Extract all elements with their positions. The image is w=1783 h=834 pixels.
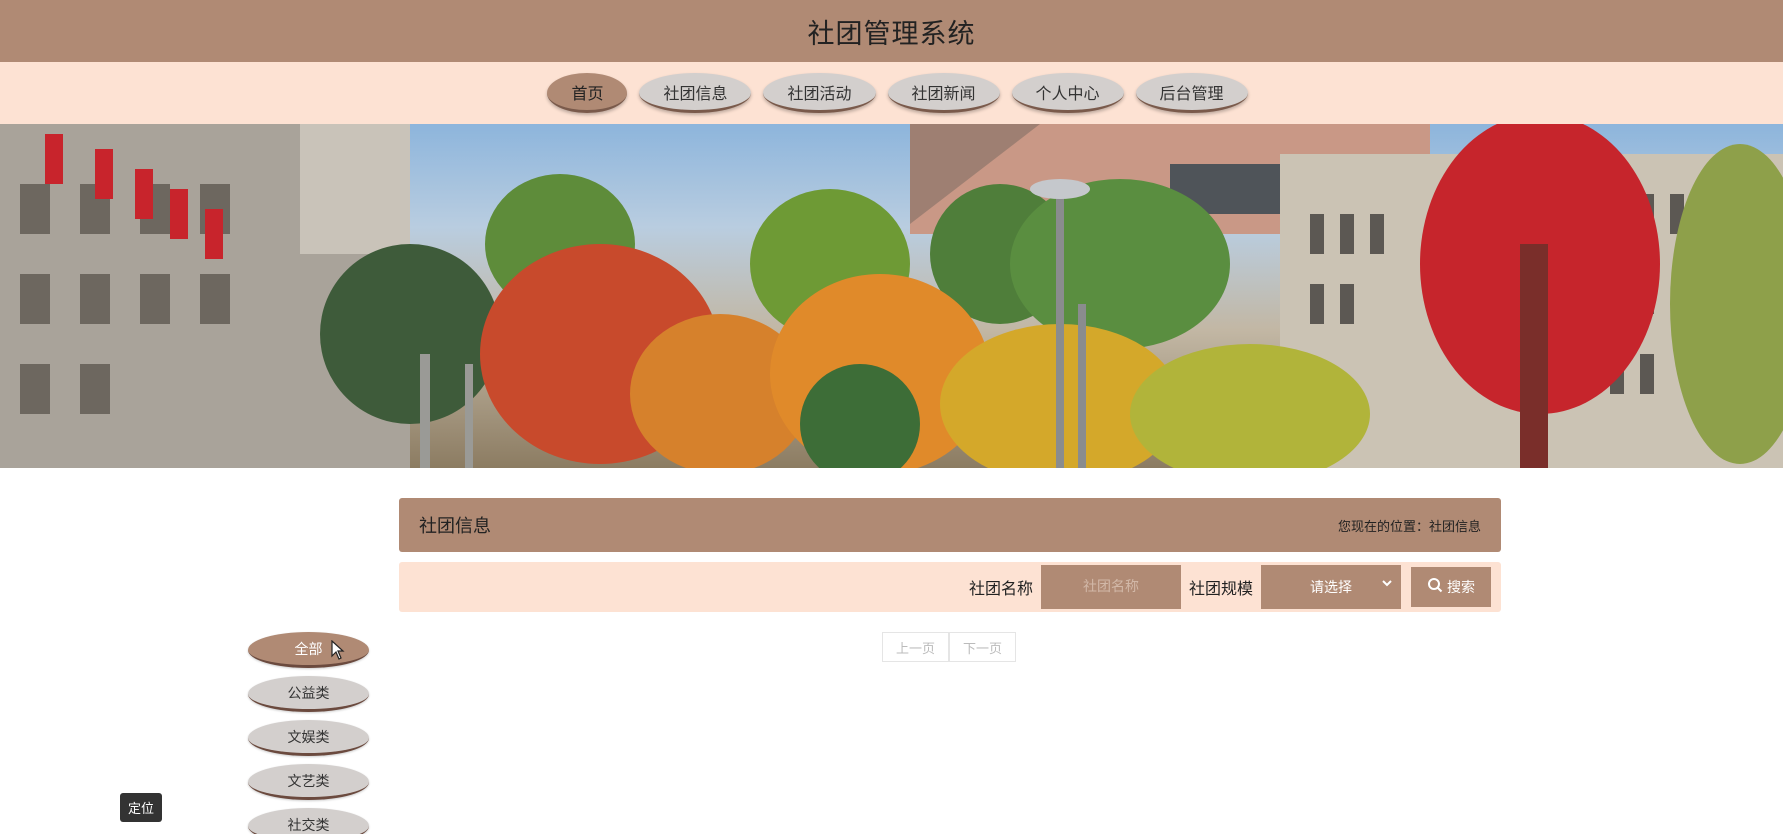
- nav-item-club-activities[interactable]: 社团活动: [763, 73, 876, 113]
- search-bar: 社团名称 社团规模 请选择 搜索: [399, 562, 1501, 612]
- search-button[interactable]: 搜索: [1411, 567, 1491, 607]
- category-entertainment[interactable]: 文娱类: [248, 720, 369, 756]
- category-social[interactable]: 社交类: [248, 808, 369, 834]
- search-button-label: 搜索: [1447, 580, 1475, 596]
- nav-item-home[interactable]: 首页: [547, 73, 628, 113]
- nav-item-club-info[interactable]: 社团信息: [639, 73, 752, 113]
- club-name-input[interactable]: [1040, 565, 1181, 609]
- locate-button[interactable]: 定位: [120, 793, 162, 822]
- next-page-button[interactable]: 下一页: [949, 632, 1016, 662]
- category-arts[interactable]: 文艺类: [248, 764, 369, 800]
- nav-item-club-news[interactable]: 社团新闻: [887, 73, 1000, 113]
- nav-item-personal-center[interactable]: 个人中心: [1011, 73, 1124, 113]
- club-scale-label: 社团规模: [1188, 579, 1253, 598]
- section-title: 社团信息: [419, 516, 491, 537]
- category-public-welfare[interactable]: 公益类: [248, 676, 369, 712]
- section-header: 社团信息 您现在的位置：社团信息: [399, 498, 1501, 552]
- club-scale-select[interactable]: 请选择: [1261, 565, 1401, 609]
- nav-item-admin[interactable]: 后台管理: [1135, 73, 1248, 113]
- main-nav: 首页 社团信息 社团活动 社团新闻 个人中心 后台管理: [0, 62, 1783, 124]
- cursor-arrow-icon: [331, 639, 345, 664]
- category-all[interactable]: 全部: [248, 632, 369, 668]
- site-header: 社团管理系统: [0, 0, 1783, 62]
- club-scale-selected-value: 请选择: [1310, 580, 1352, 596]
- site-title: 社团管理系统: [807, 18, 976, 50]
- nav-list: 首页 社团信息 社团活动 社团新闻 个人中心 后台管理: [535, 73, 1248, 113]
- category-list: 全部 公益类 文娱类 文艺类 社交类: [248, 632, 369, 834]
- chevron-down-icon: [1381, 577, 1393, 593]
- banner-carousel[interactable]: [0, 124, 1783, 468]
- prev-page-button[interactable]: 上一页: [882, 632, 949, 662]
- breadcrumb: 您现在的位置：社团信息: [1337, 519, 1481, 535]
- search-icon: [1427, 577, 1443, 597]
- banner-image: [0, 124, 1783, 468]
- club-name-label: 社团名称: [968, 579, 1033, 598]
- pagination: 上一页 下一页: [882, 632, 1016, 662]
